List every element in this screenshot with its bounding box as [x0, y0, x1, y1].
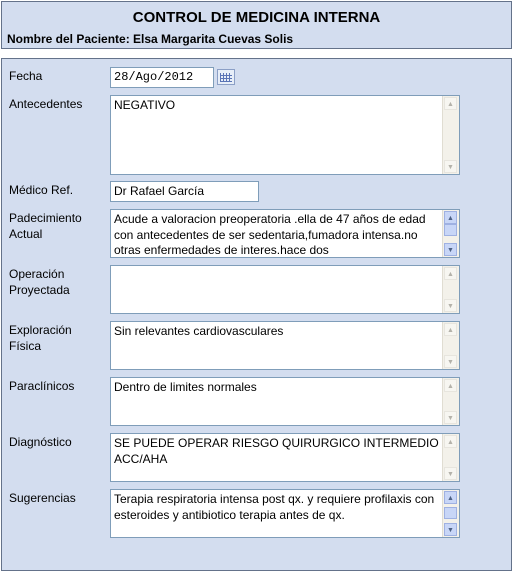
- exploracion-label: Exploración Física: [9, 322, 72, 354]
- scroll-up-arrow-icon[interactable]: ▲: [444, 211, 457, 224]
- sugerencias-text: Terapia respiratoria intensa post qx. y …: [114, 492, 435, 522]
- scroll-down-arrow-icon[interactable]: ▼: [444, 411, 457, 424]
- fecha-input[interactable]: 28/Ago/2012: [110, 67, 214, 88]
- scroll-down-arrow-icon[interactable]: ▼: [444, 523, 457, 536]
- sugerencias-label: Sugerencias: [9, 491, 76, 505]
- exploracion-label-line2: Física: [9, 339, 42, 353]
- sugerencias-scrollbar[interactable]: ▲ ▼: [442, 490, 459, 537]
- scroll-down-arrow-icon[interactable]: ▼: [444, 160, 457, 173]
- exploracion-scrollbar[interactable]: ▲ ▼: [442, 322, 459, 369]
- scroll-down-arrow-icon[interactable]: ▼: [444, 243, 457, 256]
- medico-ref-label: Médico Ref.: [9, 183, 74, 197]
- sugerencias-textarea[interactable]: Terapia respiratoria intensa post qx. y …: [110, 489, 460, 538]
- scroll-up-arrow-icon[interactable]: ▲: [444, 491, 457, 504]
- operacion-label-line2: Proyectada: [9, 283, 70, 297]
- calendar-icon[interactable]: [217, 69, 235, 85]
- scroll-down-arrow-icon[interactable]: ▼: [444, 299, 457, 312]
- patient-name: Nombre del Paciente: Elsa Margarita Cuev…: [7, 32, 294, 46]
- antecedentes-text: NEGATIVO: [114, 98, 176, 112]
- paraclinicos-text: Dentro de limites normales: [114, 380, 257, 394]
- header-panel: CONTROL DE MEDICINA INTERNA Nombre del P…: [1, 1, 512, 49]
- paraclinicos-textarea[interactable]: Dentro de limites normales ▲ ▼: [110, 377, 460, 426]
- diagnostico-text: SE PUEDE OPERAR RIESGO QUIRURGICO INTERM…: [114, 436, 439, 466]
- operacion-label: Operación Proyectada: [9, 266, 70, 298]
- operacion-label-line1: Operación: [9, 267, 65, 281]
- padecimiento-label-line2: Actual: [9, 227, 43, 241]
- diagnostico-textarea[interactable]: SE PUEDE OPERAR RIESGO QUIRURGICO INTERM…: [110, 433, 460, 482]
- antecedentes-scrollbar[interactable]: ▲ ▼: [442, 96, 459, 174]
- medico-ref-input[interactable]: Dr Rafael García: [110, 181, 259, 202]
- scroll-up-arrow-icon[interactable]: ▲: [444, 323, 457, 336]
- exploracion-label-line1: Exploración: [9, 323, 72, 337]
- page-title: CONTROL DE MEDICINA INTERNA: [132, 9, 381, 26]
- scroll-up-arrow-icon[interactable]: ▲: [444, 379, 457, 392]
- scroll-up-arrow-icon[interactable]: ▲: [444, 267, 457, 280]
- exploracion-textarea[interactable]: Sin relevantes cardiovasculares ▲ ▼: [110, 321, 460, 370]
- scroll-thumb[interactable]: [444, 507, 457, 519]
- padecimiento-textarea[interactable]: Acude a valoracion preoperatoria .ella d…: [110, 209, 460, 258]
- padecimiento-text: Acude a valoracion preoperatoria .ella d…: [114, 212, 426, 257]
- scroll-up-arrow-icon[interactable]: ▲: [444, 97, 457, 110]
- scroll-down-arrow-icon[interactable]: ▼: [444, 467, 457, 480]
- scroll-up-arrow-icon[interactable]: ▲: [444, 435, 457, 448]
- padecimiento-scrollbar[interactable]: ▲ ▼: [442, 210, 459, 257]
- padecimiento-label-line1: Padecimiento: [9, 211, 82, 225]
- medical-form: Fecha 28/Ago/2012 Antecedentes NEGATIVO …: [1, 58, 512, 571]
- padecimiento-label: Padecimiento Actual: [9, 210, 82, 242]
- operacion-textarea[interactable]: ▲ ▼: [110, 265, 460, 314]
- scroll-thumb[interactable]: [444, 224, 457, 236]
- scroll-down-arrow-icon[interactable]: ▼: [444, 355, 457, 368]
- fecha-label: Fecha: [9, 69, 43, 83]
- diagnostico-scrollbar[interactable]: ▲ ▼: [442, 434, 459, 481]
- antecedentes-textarea[interactable]: NEGATIVO ▲ ▼: [110, 95, 460, 175]
- diagnostico-label: Diagnóstico: [9, 435, 72, 449]
- antecedentes-label: Antecedentes: [9, 97, 83, 111]
- operacion-scrollbar[interactable]: ▲ ▼: [442, 266, 459, 313]
- paraclinicos-scrollbar[interactable]: ▲ ▼: [442, 378, 459, 425]
- exploracion-text: Sin relevantes cardiovasculares: [114, 324, 284, 338]
- paraclinicos-label: Paraclínicos: [9, 379, 75, 393]
